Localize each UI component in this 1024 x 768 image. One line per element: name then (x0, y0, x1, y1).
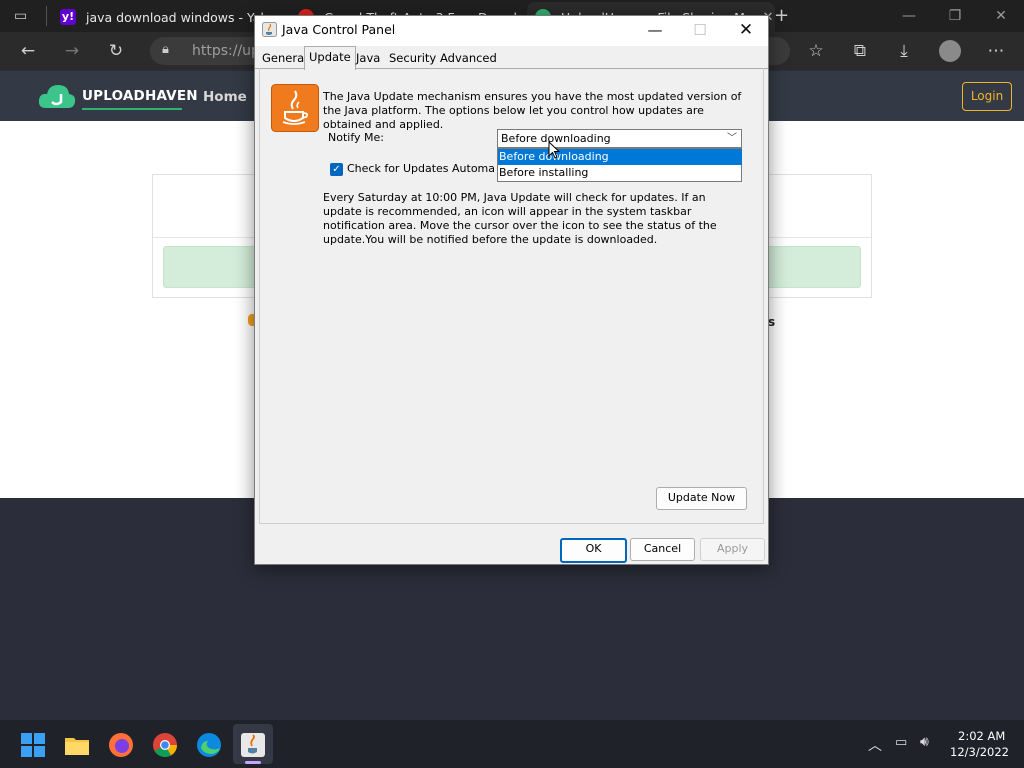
brand-underline (82, 108, 182, 110)
tab-update[interactable]: Update (304, 46, 356, 70)
dialog-maximize-icon[interactable]: ☐ (685, 18, 715, 42)
clock-time[interactable]: 2:02 AM (958, 729, 1005, 743)
ok-button[interactable]: OK (560, 538, 627, 563)
update-now-button[interactable]: Update Now (656, 487, 747, 510)
edge-icon[interactable] (196, 732, 222, 758)
uploadhaven-logo-icon (38, 85, 76, 108)
back-icon[interactable]: ← (16, 40, 40, 62)
downloads-icon[interactable]: ⤓ (892, 40, 916, 62)
dialog-minimize-icon[interactable]: — (640, 18, 670, 42)
tab-java[interactable]: Java (352, 48, 384, 68)
notify-me-select[interactable]: Before downloading (497, 129, 742, 148)
java-title-icon (262, 22, 277, 37)
network-icon[interactable]: ▭ (895, 735, 907, 750)
file-explorer-icon[interactable] (64, 732, 90, 758)
login-button[interactable]: Login (962, 82, 1012, 111)
update-description: The Java Update mechanism ensures you ha… (323, 90, 742, 131)
nav-link-home[interactable]: Home (203, 89, 247, 105)
tab-actions-icon[interactable]: ▭ (14, 8, 32, 24)
lock-icon[interactable]: 🔒︎ (162, 42, 176, 58)
tab-advanced[interactable]: Advanced (436, 48, 501, 68)
close-window-icon[interactable]: ✕ (978, 0, 1024, 32)
notify-option-before-installing[interactable]: Before installing (498, 165, 742, 181)
clock-date[interactable]: 12/3/2022 (950, 745, 1009, 759)
chevron-up-icon[interactable]: ︿ (868, 735, 882, 755)
check-updates-label[interactable]: Check for Updates Automatically (347, 162, 495, 175)
windows-start-icon[interactable] (20, 732, 46, 758)
restore-icon[interactable]: ❐ (932, 0, 978, 32)
update-schedule-text: Every Saturday at 10:00 PM, Java Update … (323, 191, 717, 246)
chrome-icon[interactable] (152, 732, 178, 758)
chevron-down-icon[interactable]: ﹀ (725, 131, 739, 146)
minimize-icon[interactable]: — (886, 0, 932, 32)
forward-icon[interactable]: → (60, 40, 84, 62)
tab-separator (46, 6, 47, 26)
active-app-indicator (245, 761, 261, 764)
refresh-icon[interactable]: ↻ (104, 40, 128, 62)
java-taskbar-icon[interactable] (240, 732, 266, 758)
notify-me-label: Notify Me: (328, 131, 384, 144)
mouse-cursor-icon (548, 141, 560, 159)
dialog-close-icon[interactable]: ✕ (731, 18, 761, 42)
collections-icon[interactable]: ⧉ (848, 40, 872, 62)
java-logo-icon (271, 84, 319, 132)
favorites-icon[interactable]: ☆ (804, 40, 828, 62)
notify-option-before-downloading[interactable]: Before downloading (498, 149, 742, 165)
text-fragment: s (768, 315, 776, 329)
firefox-icon[interactable] (108, 732, 134, 758)
new-tab-icon[interactable]: + (774, 5, 794, 26)
more-menu-icon[interactable]: ⋯ (984, 40, 1008, 62)
address-text: https://up (192, 43, 260, 59)
tab-security[interactable]: Security (385, 48, 440, 68)
brand-name: UPLOADHAVEN (82, 88, 198, 104)
dialog-title: Java Control Panel (282, 22, 396, 37)
profile-avatar[interactable] (939, 40, 961, 62)
yahoo-icon: y! (60, 9, 76, 25)
check-updates-checkbox[interactable]: ✓ (330, 163, 343, 176)
apply-button[interactable]: Apply (700, 538, 765, 561)
volume-icon[interactable]: 🔊︎ (920, 734, 929, 750)
cancel-button[interactable]: Cancel (630, 538, 695, 561)
